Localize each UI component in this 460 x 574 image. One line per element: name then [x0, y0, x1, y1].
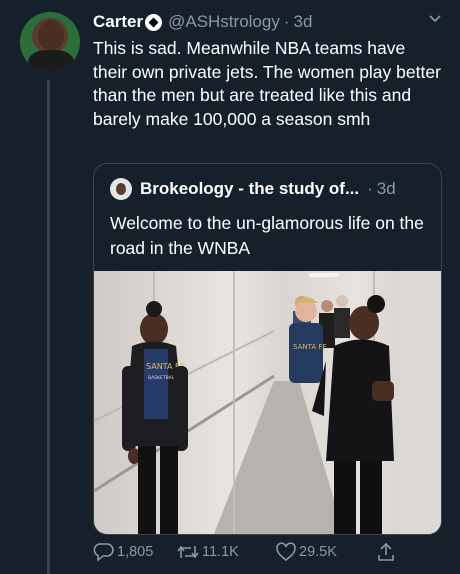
reply-count: 1,805	[117, 544, 154, 560]
retweet-icon	[177, 545, 199, 559]
jersey-text-middle: SANTA FE	[293, 343, 327, 351]
tweet-actions: 1,805 11.1K 29.5K	[93, 540, 433, 564]
tweet-header: Carter @ASHstrology · 3d	[93, 10, 312, 34]
quoted-tweet-timestamp: 3d	[376, 179, 396, 198]
reply-icon	[93, 543, 114, 562]
like-count: 29.5K	[299, 544, 337, 560]
retweet-count: 11.1K	[202, 544, 239, 560]
author-name[interactable]: Carter	[93, 12, 143, 32]
share-button[interactable]	[376, 542, 398, 562]
jersey-subtext-left: BASKETBALL	[148, 375, 177, 381]
like-button[interactable]: 29.5K	[275, 542, 337, 562]
quoted-tweet[interactable]: Brokeology - the study of... · 3d Welcom…	[93, 163, 442, 535]
soccer-ball-icon	[145, 13, 163, 31]
like-icon	[276, 542, 296, 562]
photo-illustration: SANTA FE SANTA FE BASKETBALL	[94, 271, 441, 534]
quoted-author-name: Brokeology - the study of...	[140, 179, 360, 198]
tweet-timestamp[interactable]: 3d	[294, 12, 313, 32]
tweet-text: This is sad. Meanwhile NBA teams have th…	[93, 38, 441, 129]
quoted-tweet-header: Brokeology - the study of... · 3d	[110, 178, 396, 200]
separator-dot: ·	[367, 179, 373, 198]
share-icon	[378, 542, 394, 561]
author-handle[interactable]: @ASHstrology	[168, 12, 280, 32]
quoted-author-avatar	[110, 178, 132, 200]
chevron-down-icon[interactable]	[428, 12, 442, 26]
thread-line	[47, 80, 50, 574]
quoted-tweet-photo[interactable]: SANTA FE SANTA FE BASKETBALL	[94, 271, 441, 534]
separator-dot: ·	[283, 12, 290, 31]
quoted-tweet-text: Welcome to the un-glamorous life on the …	[110, 213, 424, 258]
reply-button[interactable]: 1,805	[93, 542, 153, 562]
retweet-button[interactable]: 11.1K	[176, 542, 239, 562]
author-avatar[interactable]	[20, 12, 80, 72]
